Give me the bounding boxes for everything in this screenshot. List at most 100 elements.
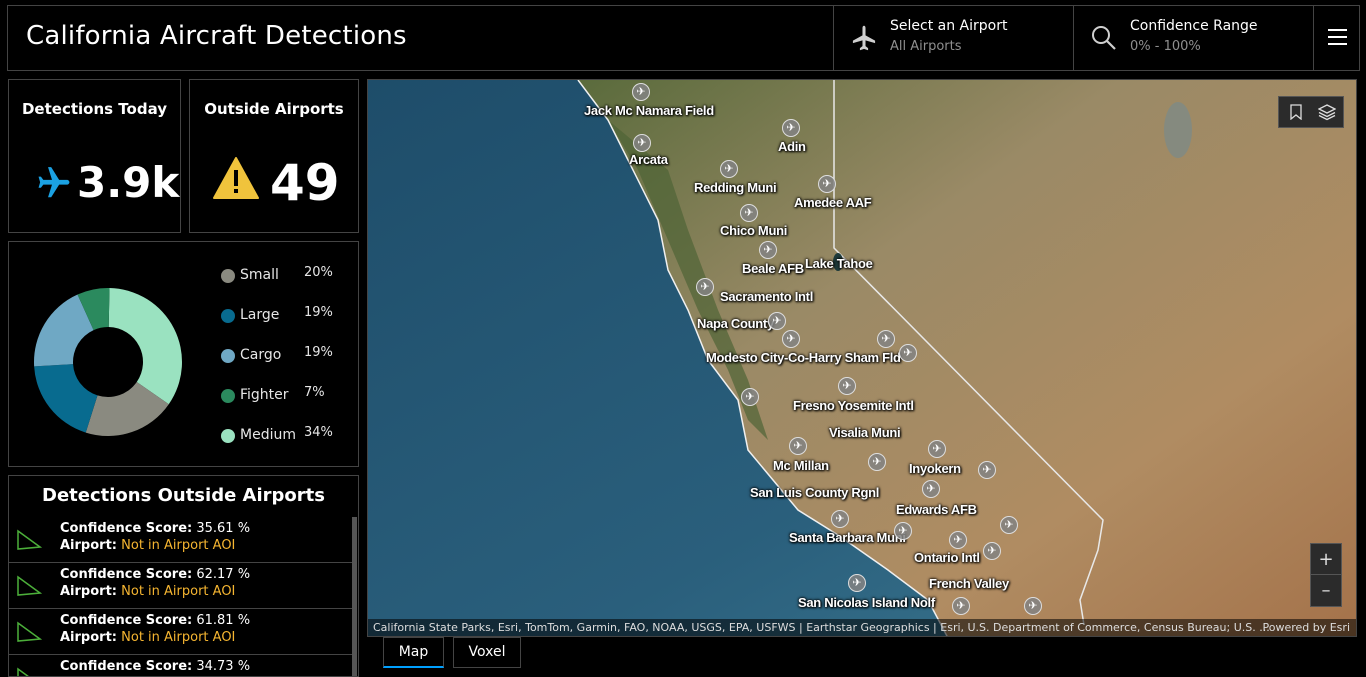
airport-marker[interactable]: ✈	[740, 204, 758, 222]
detections-outside-airports-panel: Detections Outside Airports Confidence S…	[8, 475, 359, 677]
app-title: California Aircraft Detections	[26, 21, 407, 51]
detections-list: Confidence Score: 35.61 % Airport: Not i…	[9, 517, 352, 676]
airport-marker[interactable]: ✈	[877, 330, 895, 348]
legend-label: Medium	[240, 427, 296, 443]
legend-percent: 19%	[304, 345, 333, 360]
airport-label-jack-mc-namara: Jack Mc Namara Field	[584, 103, 714, 118]
legend-percent: 34%	[304, 425, 333, 440]
donut-slice-medium[interactable]	[108, 288, 183, 405]
map-view[interactable]: Jack Mc Namara Field Arcata Adin Redding…	[367, 79, 1357, 637]
legend-label: Cargo	[240, 347, 282, 363]
airport-marker[interactable]: ✈	[768, 312, 786, 330]
airport-selector-value: All Airports	[890, 39, 962, 54]
layers-icon[interactable]	[1318, 103, 1336, 121]
airport-marker[interactable]: ✈	[894, 522, 912, 540]
zoom-controls: + –	[1310, 543, 1342, 607]
airport-label-visalia: Visalia Muni	[829, 425, 901, 440]
airport-marker[interactable]: ✈	[978, 461, 996, 479]
airport-marker[interactable]: ✈	[633, 134, 651, 152]
airport-label: Airport:	[60, 630, 117, 645]
list-item[interactable]: Confidence Score: 61.81 % Airport: Not i…	[9, 609, 352, 655]
detections-today-card: Detections Today 3.9k	[8, 79, 181, 233]
airport-marker[interactable]: ✈	[782, 330, 800, 348]
airplane-icon	[852, 25, 876, 51]
detections-today-value: 3.9k	[77, 158, 180, 207]
airport-label-san-luis: San Luis County Rgnl	[750, 485, 880, 500]
confidence-range-value: 0% - 100%	[1130, 39, 1201, 54]
airport-label-santa-barbara: Santa Barbara Muni	[789, 530, 906, 545]
airport-label-arcata: Arcata	[629, 152, 668, 167]
airport-marker[interactable]: ✈	[928, 440, 946, 458]
airport-label-adin: Adin	[778, 139, 806, 154]
airport-selector[interactable]: Select an Airport All Airports	[833, 6, 1073, 70]
airport-marker[interactable]: ✈	[848, 574, 866, 592]
airport-label-lake-tahoe: Lake Tahoe	[805, 256, 873, 271]
score-value: 61.81 %	[196, 613, 251, 628]
score-label: Confidence Score:	[60, 659, 193, 674]
tab-map[interactable]: Map	[383, 637, 444, 668]
list-scrollbar[interactable]	[352, 517, 357, 676]
list-item[interactable]: Confidence Score: 34.73 %	[9, 655, 352, 676]
airport-marker[interactable]: ✈	[949, 531, 967, 549]
score-value: 34.73 %	[196, 659, 251, 674]
legend-label: Small	[240, 267, 279, 283]
airport-value: Not in Airport AOI	[121, 630, 236, 645]
legend-swatch	[221, 349, 235, 363]
airport-label: Airport:	[60, 584, 117, 599]
airport-marker[interactable]: ✈	[838, 377, 856, 395]
list-item[interactable]: Confidence Score: 62.17 % Airport: Not i…	[9, 563, 352, 609]
airport-marker[interactable]: ✈	[759, 241, 777, 259]
bookmark-icon[interactable]	[1288, 104, 1304, 120]
map-attribution: California State Parks, Esri, TomTom, Ga…	[368, 619, 1356, 636]
airport-marker[interactable]: ✈	[983, 542, 1001, 560]
aircraft-type-donut-chart	[34, 288, 183, 436]
legend-swatch	[221, 429, 235, 443]
airport-marker[interactable]: ✈	[741, 388, 759, 406]
airport-marker[interactable]: ✈	[899, 344, 917, 362]
legend-percent: 7%	[304, 385, 325, 400]
airport-marker[interactable]: ✈	[632, 83, 650, 101]
airport-selector-label: Select an Airport	[890, 18, 1008, 34]
menu-button[interactable]	[1313, 6, 1360, 70]
airport-marker[interactable]: ✈	[720, 160, 738, 178]
airport-label-modesto: Modesto City-Co-Harry Sham Fld	[706, 350, 901, 365]
score-value: 62.17 %	[196, 567, 251, 582]
warning-icon	[213, 157, 259, 199]
score-label: Confidence Score:	[60, 613, 193, 628]
detection-polygon-icon	[17, 667, 29, 676]
legend-item-cargo: Cargo 19%	[219, 344, 349, 384]
outside-airports-title: Outside Airports	[204, 100, 344, 118]
airport-label-napa: Napa County	[697, 316, 774, 331]
confidence-range-selector[interactable]: Confidence Range 0% - 100%	[1073, 6, 1313, 70]
score-value: 35.61 %	[196, 521, 251, 536]
map-tools	[1278, 96, 1344, 128]
airport-marker[interactable]: ✈	[818, 175, 836, 193]
list-item[interactable]: Confidence Score: 35.61 % Airport: Not i…	[9, 517, 352, 563]
airport-marker[interactable]: ✈	[868, 453, 886, 471]
detection-polygon-icon	[17, 621, 42, 642]
zoom-in-button[interactable]: +	[1311, 544, 1341, 575]
airport-marker[interactable]: ✈	[952, 597, 970, 615]
powered-by-esri[interactable]: Powered by Esri	[1262, 621, 1350, 634]
airport-marker[interactable]: ✈	[1000, 516, 1018, 534]
airport-marker[interactable]: ✈	[789, 437, 807, 455]
legend-percent: 20%	[304, 265, 333, 280]
airport-label-redding: Redding Muni	[694, 180, 777, 195]
legend-swatch	[221, 269, 235, 283]
tab-voxel[interactable]: Voxel	[453, 637, 521, 668]
airport-label-ontario: Ontario Intl	[914, 550, 980, 565]
legend-item-large: Large 19%	[219, 304, 349, 344]
airport-marker[interactable]: ✈	[782, 119, 800, 137]
airport-marker[interactable]: ✈	[1024, 597, 1042, 615]
airport-label-beale: Beale AFB	[742, 261, 804, 276]
airport-marker[interactable]: ✈	[922, 480, 940, 498]
zoom-out-button[interactable]: –	[1311, 575, 1341, 606]
app-header: California Aircraft Detections Select an…	[7, 5, 1360, 71]
aircraft-type-legend: Small 20% Large 19% Cargo 19% Fighter 7%…	[219, 264, 349, 464]
airport-marker[interactable]: ✈	[831, 510, 849, 528]
donut-slice-large[interactable]	[34, 364, 98, 433]
detection-polygon-icon	[17, 575, 42, 596]
attribution-text: California State Parks, Esri, TomTom, Ga…	[373, 621, 1270, 634]
airport-marker[interactable]: ✈	[696, 278, 714, 296]
legend-swatch	[221, 309, 235, 323]
